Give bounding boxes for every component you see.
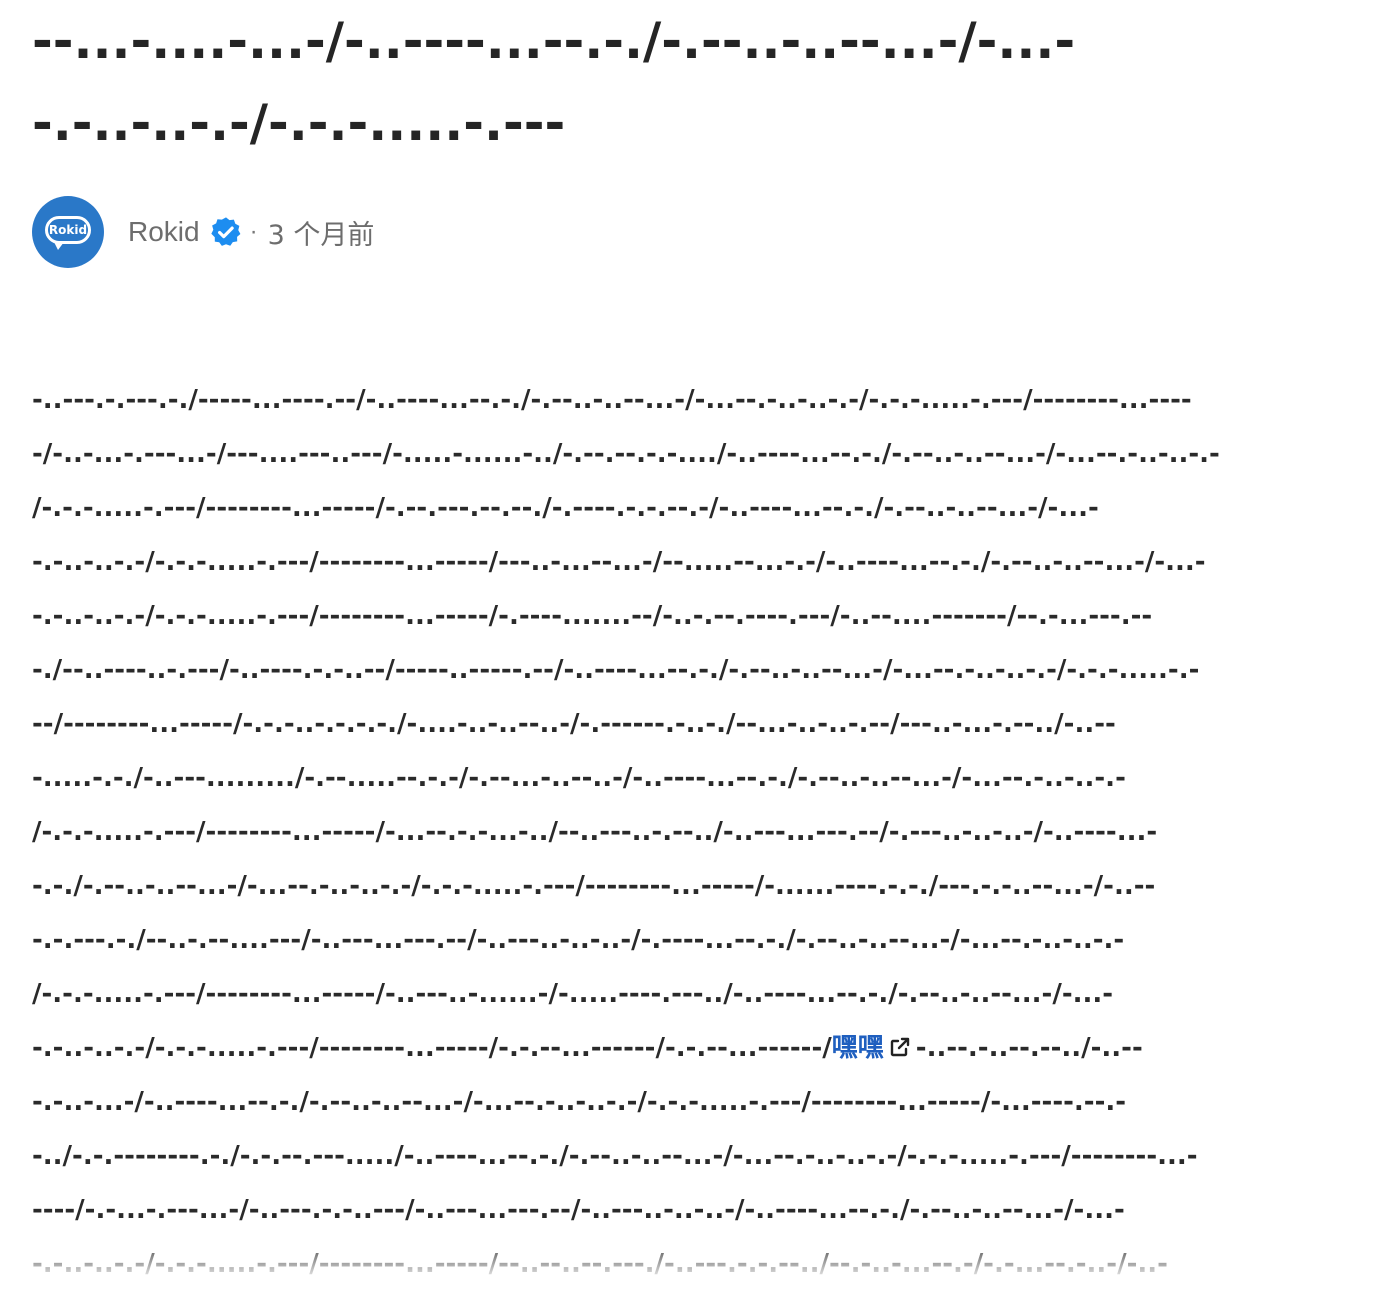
post-time: 3 个月前: [267, 219, 375, 251]
body-line: -.-.---.-./--..-.--....---/-..---...---.…: [32, 925, 1125, 955]
body-line: -.....-.-./-..---........./-.--.....--.-…: [32, 763, 1126, 793]
article-title-line: -.-..-..-.-/-.-.-.....-.---: [32, 94, 566, 152]
article-body: -..---.-.---.-./-----...----.--/-..----.…: [32, 373, 1362, 1291]
external-link[interactable]: 嘿嘿: [832, 1033, 884, 1063]
meta-separator: ·: [249, 218, 258, 245]
body-line: -..---.-.---.-./-----...----.--/-..----.…: [32, 385, 1192, 415]
author-name[interactable]: Rokid: [128, 216, 200, 248]
body-line: -.-..-..-.-/-.-.-.....-.---/--------...-…: [32, 601, 1153, 631]
body-line: -.-./-.--..-..--...-/-...--.-..-..-.-/-.…: [32, 871, 1156, 901]
avatar-logo-text: Rokid: [48, 223, 88, 237]
body-line: -./--..----..-.---/-..----.-.-..--/-----…: [32, 655, 1200, 685]
body-line: -/-..-...-.---...-/---....---..---/-....…: [32, 439, 1220, 469]
article-title: --...-....-...-/-..----...--.-./-.--..-.…: [32, 0, 1352, 164]
external-link-icon[interactable]: [888, 1035, 912, 1059]
avatar[interactable]: Rokid: [32, 196, 104, 268]
author-bar: Rokid Rokid · 3 个月前: [32, 196, 374, 268]
body-line-text: -.-..-..-.-/-.-.-.....-.---/--------...-…: [32, 1033, 832, 1063]
body-line: /-.-.-.....-.---/--------...-----/-..---…: [32, 979, 1114, 1009]
body-line: ----/-.-...-.---...-/-..---.-.-..---/-..…: [32, 1195, 1125, 1225]
body-line-with-link: -.-..-..-.-/-.-.-.....-.---/--------...-…: [32, 1021, 1362, 1075]
body-line: /-.-.-.....-.---/--------...-----/-.--.-…: [32, 493, 1099, 523]
article-title-line: --...-....-...-/-..----...--.-./-.--..-.…: [32, 12, 1076, 70]
verified-badge-icon: [210, 217, 240, 246]
body-line: -../-.-.--------.-./-.-.--.---...../-..-…: [32, 1141, 1198, 1171]
body-line: --/--------...-----/-.-.-..-.-.-.-./-...…: [32, 709, 1116, 739]
body-line: -.-..-..-.-/-.-.-.....-.---/--------...-…: [32, 1249, 1168, 1279]
body-line: /-.-.-.....-.---/--------...-----/-...--…: [32, 817, 1158, 847]
body-line: -.-..-..-.-/-.-.-.....-.---/--------...-…: [32, 547, 1206, 577]
body-line-text: -..--.-..--.--../-..--: [915, 1033, 1143, 1063]
body-line: -.-..-...-/-..----...--.-./-.--..-..--..…: [32, 1087, 1127, 1117]
